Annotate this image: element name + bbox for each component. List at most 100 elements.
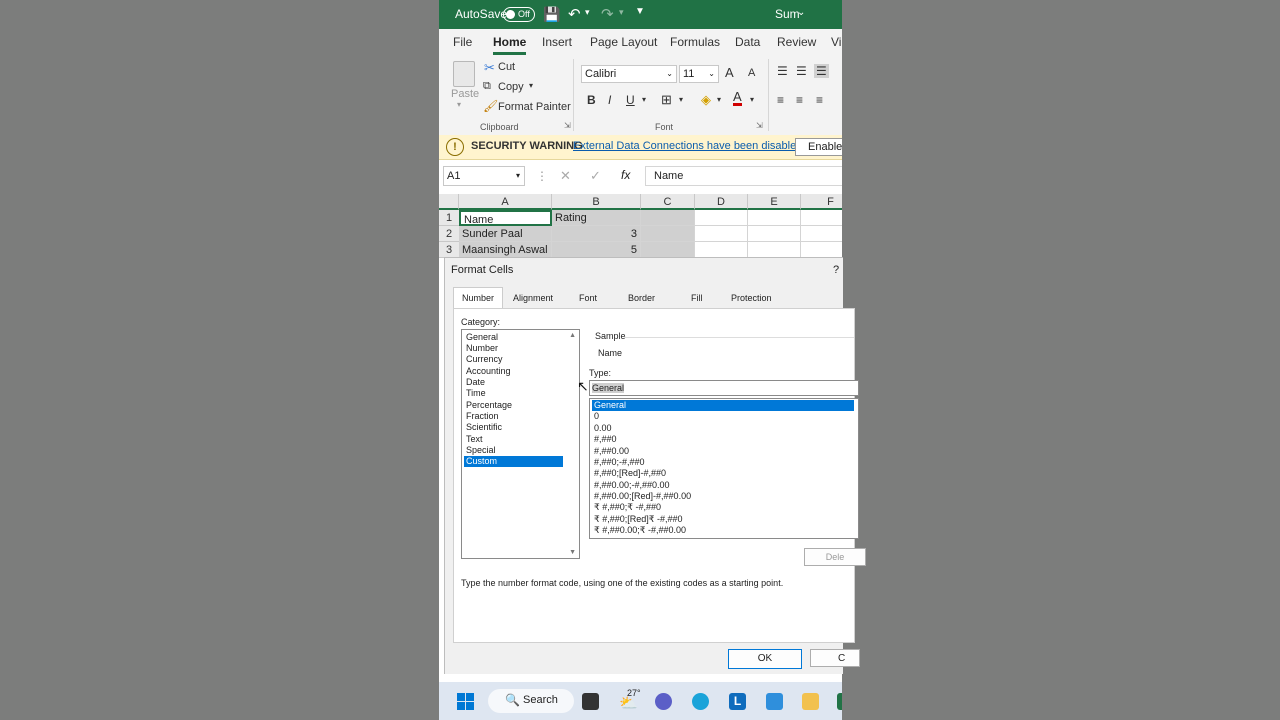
- cell-c1[interactable]: [641, 210, 695, 226]
- format-code-item[interactable]: ₹ #,##0;[Red]₹ -#,##0: [592, 514, 683, 525]
- category-item[interactable]: Text: [464, 434, 483, 445]
- row-header-1[interactable]: 1: [439, 210, 459, 226]
- more-options-icon[interactable]: ⋮: [536, 169, 548, 183]
- cell-a2[interactable]: Sunder Paal: [459, 226, 552, 242]
- format-code-item[interactable]: ₹ #,##0;₹ -#,##0: [592, 502, 661, 513]
- column-header-d[interactable]: D: [695, 194, 748, 210]
- row-header-3[interactable]: 3: [439, 242, 459, 258]
- cell-e1[interactable]: [748, 210, 801, 226]
- sum-chevron-icon[interactable]: ⌄: [797, 7, 805, 18]
- format-code-item[interactable]: #,##0.00: [592, 446, 629, 457]
- tab-number[interactable]: Number: [453, 287, 504, 308]
- help-button[interactable]: ?: [833, 264, 839, 276]
- tab-font[interactable]: Font: [579, 293, 597, 303]
- cell-c3[interactable]: [641, 242, 695, 258]
- customize-toolbar-icon[interactable]: ▼: [635, 6, 645, 17]
- enter-icon[interactable]: ✓: [590, 168, 601, 184]
- insert-function-icon[interactable]: fx: [621, 168, 630, 182]
- format-code-list[interactable]: General 0 0.00 #,##0 #,##0.00 #,##0;-#,#…: [589, 398, 859, 539]
- bold-icon[interactable]: B: [587, 93, 596, 107]
- font-size-box[interactable]: 11 ⌄: [679, 65, 719, 83]
- teams-icon[interactable]: [655, 693, 672, 710]
- copy-icon[interactable]: ⧉: [483, 80, 491, 93]
- font-launcher-icon[interactable]: ⇲: [756, 121, 763, 130]
- align-left-icon[interactable]: ≡: [777, 93, 784, 107]
- ok-button[interactable]: OK: [728, 649, 802, 669]
- format-code-item[interactable]: 0: [592, 411, 599, 422]
- enable-content-button[interactable]: Enable C: [795, 138, 842, 156]
- learning-app-icon[interactable]: L: [729, 693, 746, 710]
- fill-color-dropdown-icon[interactable]: ▾: [717, 95, 721, 104]
- sum-label[interactable]: Sum: [775, 7, 800, 21]
- borders-icon[interactable]: ⊞: [661, 92, 672, 108]
- tab-fill[interactable]: Fill: [691, 293, 703, 303]
- select-all-corner[interactable]: [439, 194, 459, 210]
- format-code-item[interactable]: 0.00: [592, 423, 612, 434]
- cell-d1[interactable]: [695, 210, 748, 226]
- undo-icon[interactable]: ↶: [568, 5, 581, 23]
- category-item[interactable]: Fraction: [464, 411, 499, 422]
- column-header-a[interactable]: A: [459, 194, 552, 210]
- format-code-item-selected[interactable]: General: [592, 400, 854, 411]
- italic-icon[interactable]: I: [608, 93, 611, 107]
- redo-icon[interactable]: ↷: [601, 5, 614, 23]
- format-code-item[interactable]: #,##0;-#,##0: [592, 457, 645, 468]
- category-list[interactable]: General Number Currency Accounting Date …: [461, 329, 580, 559]
- format-painter-icon[interactable]: 🖌: [483, 99, 498, 113]
- column-header-b[interactable]: B: [552, 194, 641, 210]
- name-box[interactable]: A1 ▾: [443, 166, 525, 186]
- font-color-dropdown-icon[interactable]: ▾: [750, 95, 754, 104]
- category-item[interactable]: Date: [464, 377, 485, 388]
- autosave-toggle[interactable]: Off: [503, 7, 535, 22]
- category-item[interactable]: Special: [464, 445, 496, 456]
- cell-b3[interactable]: 5: [552, 242, 641, 258]
- category-item[interactable]: General: [464, 332, 498, 343]
- tab-formulas[interactable]: Formulas: [670, 35, 720, 49]
- save-icon[interactable]: 💾: [543, 6, 560, 23]
- format-code-item[interactable]: #,##0: [592, 434, 617, 445]
- font-size-dropdown-icon[interactable]: ⌄: [708, 66, 715, 82]
- copy-dropdown-icon[interactable]: ▾: [529, 81, 533, 90]
- cell-f2[interactable]: [801, 226, 842, 242]
- format-code-item[interactable]: #,##0;[Red]-#,##0: [592, 468, 666, 479]
- paste-icon[interactable]: [453, 61, 475, 87]
- decrease-font-icon[interactable]: A: [748, 67, 755, 79]
- cell-a1[interactable]: Name: [459, 210, 552, 226]
- category-item-selected[interactable]: Custom: [464, 456, 563, 467]
- tab-home[interactable]: Home: [493, 35, 527, 55]
- column-header-e[interactable]: E: [748, 194, 801, 210]
- align-top-icon[interactable]: ☰: [777, 64, 788, 78]
- cut-icon[interactable]: ✂: [484, 60, 495, 76]
- formula-input[interactable]: Name: [645, 166, 842, 186]
- tab-protection[interactable]: Protection: [731, 293, 772, 303]
- cell-a3[interactable]: Maansingh Aswal: [459, 242, 552, 258]
- cell-f3[interactable]: [801, 242, 842, 258]
- category-item[interactable]: Scientific: [464, 422, 502, 433]
- cancel-button[interactable]: C: [810, 649, 860, 667]
- cell-b2[interactable]: 3: [552, 226, 641, 242]
- borders-dropdown-icon[interactable]: ▾: [679, 95, 683, 104]
- category-item[interactable]: Currency: [464, 354, 503, 365]
- file-explorer-icon[interactable]: [802, 693, 819, 710]
- column-header-c[interactable]: C: [641, 194, 695, 210]
- tab-file[interactable]: File: [453, 35, 472, 49]
- font-name-box[interactable]: Calibri ⌄: [581, 65, 677, 83]
- cut-button[interactable]: Cut: [498, 61, 515, 73]
- paste-label[interactable]: Paste: [451, 88, 479, 100]
- redo-dropdown-icon[interactable]: ▾: [619, 7, 624, 18]
- align-middle-icon[interactable]: ☰: [796, 64, 807, 78]
- underline-dropdown-icon[interactable]: ▾: [642, 95, 646, 104]
- align-right-icon[interactable]: ≡: [816, 93, 823, 107]
- name-box-dropdown-icon[interactable]: ▾: [516, 167, 520, 185]
- tab-data[interactable]: Data: [735, 35, 760, 49]
- delete-button[interactable]: Dele: [804, 548, 866, 566]
- category-item[interactable]: Time: [464, 388, 486, 399]
- cell-c2[interactable]: [641, 226, 695, 242]
- category-item[interactable]: Number: [464, 343, 498, 354]
- cell-f1[interactable]: [801, 210, 842, 226]
- align-center-icon[interactable]: ≡: [796, 93, 803, 107]
- cell-d3[interactable]: [695, 242, 748, 258]
- tab-alignment[interactable]: Alignment: [513, 293, 553, 303]
- copy-button[interactable]: Copy: [498, 81, 524, 93]
- format-code-item[interactable]: #,##0.00;[Red]-#,##0.00: [592, 491, 691, 502]
